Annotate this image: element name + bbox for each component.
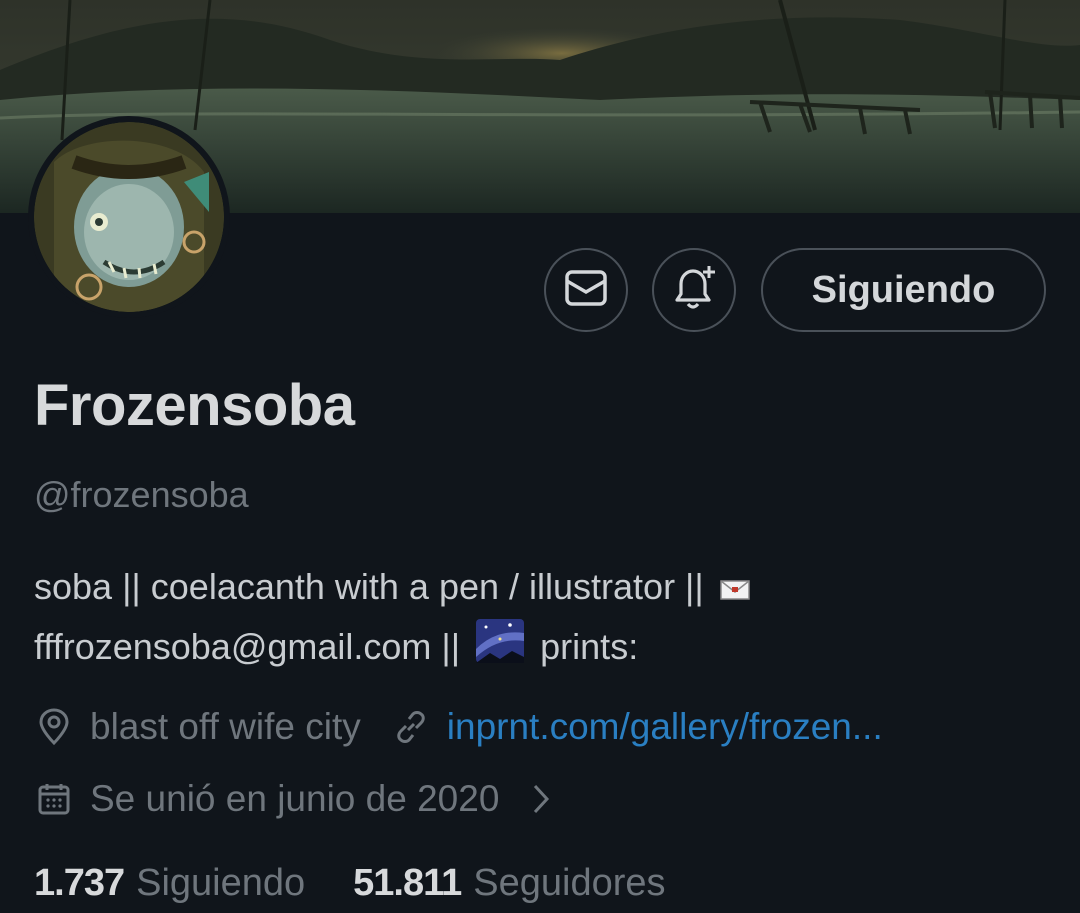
profile-handle: @frozensoba <box>34 474 249 515</box>
bio-prints: prints: <box>540 626 639 668</box>
profile-website-link[interactable]: inprnt.com/gallery/frozen... <box>447 706 883 748</box>
link-icon <box>391 707 431 747</box>
envelope-icon <box>564 268 608 313</box>
chevron-right-icon <box>521 779 561 819</box>
envelope-emoji-icon <box>720 560 750 618</box>
followers-count: 51.811 <box>353 862 462 904</box>
bell-plus-icon <box>669 264 719 317</box>
profile-bio: soba || coelacanth with a pen / illustra… <box>34 558 1044 680</box>
notifications-button[interactable] <box>652 248 736 332</box>
profile-joined-row[interactable]: Se unió en junio de 2020 <box>34 778 577 820</box>
avatar[interactable] <box>28 116 230 318</box>
profile-location: blast off wife city <box>90 706 361 747</box>
calendar-icon <box>34 779 74 819</box>
milky-way-emoji-icon <box>476 619 525 680</box>
bio-email: fffrozensoba@gmail.com || <box>34 626 461 668</box>
location-pin-icon <box>34 707 74 747</box>
following-stat[interactable]: 1.737 Siguiendo <box>34 862 305 905</box>
profile-joined-date: Se unió en junio de 2020 <box>90 778 500 819</box>
following-button[interactable]: Siguiendo <box>761 248 1046 332</box>
profile-meta-location-row: blast off wife city inprnt.com/gallery/f… <box>34 706 883 748</box>
profile-name: Frozensoba <box>34 373 355 438</box>
message-button[interactable] <box>544 248 628 332</box>
following-label: Siguiendo <box>136 862 306 904</box>
bio-line-1: soba || coelacanth with a pen / illustra… <box>34 566 704 607</box>
followers-stat[interactable]: 51.811 Seguidores <box>353 862 665 905</box>
following-count: 1.737 <box>34 862 125 904</box>
profile-stats: 1.737 Siguiendo 51.811 Seguidores <box>34 862 666 905</box>
followers-label: Seguidores <box>473 862 666 904</box>
